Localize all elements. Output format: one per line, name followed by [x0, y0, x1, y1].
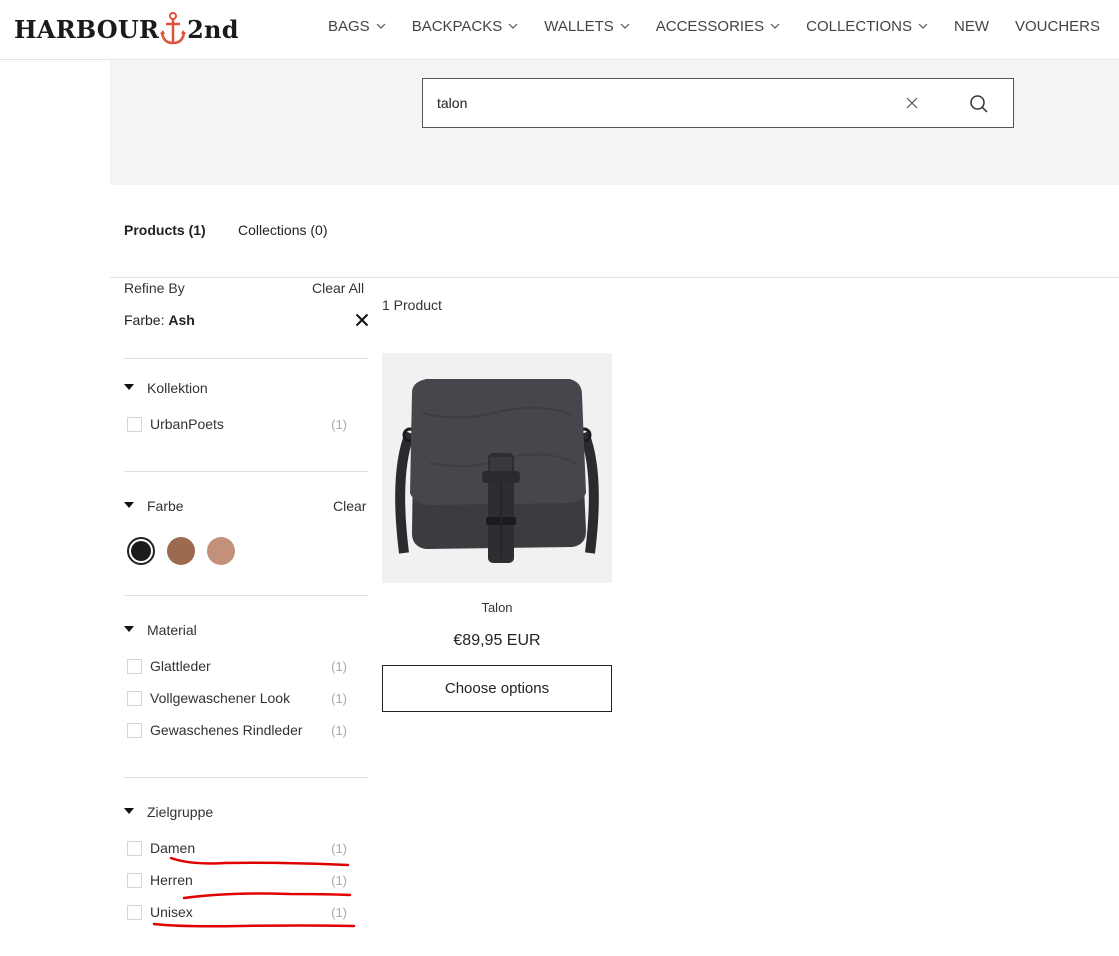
facet-material-toggle[interactable]: Material: [124, 622, 197, 638]
checkbox[interactable]: [127, 690, 142, 706]
swatch-fill: [207, 537, 235, 565]
facet-farbe-toggle[interactable]: Farbe: [124, 498, 184, 514]
color-swatch-rose[interactable]: [207, 537, 235, 565]
facet-farbe-clear[interactable]: Clear: [333, 498, 366, 514]
logo-text-left: HARBOUR: [14, 14, 160, 44]
annotation-underlines: [152, 856, 356, 928]
divider: [124, 358, 368, 359]
clear-all-link[interactable]: Clear All: [312, 280, 364, 296]
filter-option-gewaschenes-rindleder[interactable]: Gewaschenes Rindleder (1): [127, 721, 347, 739]
nav-bags[interactable]: BAGS: [328, 18, 386, 35]
checkbox[interactable]: [127, 904, 142, 920]
remove-filter-icon[interactable]: [355, 313, 369, 327]
facet-kollektion-toggle[interactable]: Kollektion: [124, 380, 208, 396]
caret-down-icon: [124, 384, 134, 390]
divider: [124, 595, 368, 596]
checkbox[interactable]: [127, 416, 142, 432]
divider: [124, 471, 368, 472]
product-title[interactable]: Talon: [382, 600, 612, 615]
active-filter-value: Ash: [168, 312, 195, 328]
search-icon[interactable]: [969, 94, 989, 114]
checkbox[interactable]: [127, 658, 142, 674]
caret-down-icon: [124, 626, 134, 632]
nav-backpacks[interactable]: BACKPACKS: [412, 18, 519, 35]
active-filter-key: Farbe:: [124, 312, 165, 328]
facet-zielgruppe-toggle[interactable]: Zielgruppe: [124, 804, 213, 820]
active-filter: Farbe: Ash: [124, 312, 195, 328]
product-image[interactable]: [382, 353, 612, 583]
filter-option-glattleder[interactable]: Glattleder (1): [127, 657, 347, 675]
nav-accessories[interactable]: ACCESSORIES: [656, 18, 780, 35]
refine-by-title: Refine By: [124, 280, 185, 296]
divider: [124, 777, 368, 778]
nav-vouchers[interactable]: VOUCHERS: [1015, 18, 1100, 35]
annotation-underline-unisex: [152, 922, 356, 928]
tab-products[interactable]: Products (1): [124, 222, 206, 238]
site-logo[interactable]: HARBOUR 2nd: [14, 11, 239, 47]
annotation-underline-herren: [182, 892, 352, 900]
color-swatch-brown[interactable]: [167, 537, 195, 565]
nav-new[interactable]: NEW: [954, 18, 989, 35]
choose-options-button[interactable]: Choose options: [382, 665, 612, 712]
result-count: 1 Product: [382, 297, 442, 313]
bag-illustration: [395, 379, 599, 563]
swatch-fill: [167, 537, 195, 565]
search-input[interactable]: [437, 91, 877, 115]
caret-down-icon: [124, 808, 134, 814]
checkbox[interactable]: [127, 872, 142, 888]
nav-collections[interactable]: COLLECTIONS: [806, 18, 928, 35]
color-swatch-ash[interactable]: [127, 537, 155, 565]
chevron-down-icon: [508, 23, 518, 29]
caret-down-icon: [124, 502, 134, 508]
filter-option-vollgewaschener-look[interactable]: Vollgewaschener Look (1): [127, 689, 347, 707]
checkbox[interactable]: [127, 722, 142, 738]
swatch-fill: [131, 541, 151, 561]
product-price: €89,95 EUR: [453, 632, 541, 649]
divider: [110, 277, 1119, 278]
chevron-down-icon: [770, 23, 780, 29]
filter-option-urbanpoets[interactable]: UrbanPoets (1): [127, 415, 347, 433]
main-nav: BAGS BACKPACKS WALLETS ACCESSORIES COLLE…: [328, 0, 1100, 52]
chevron-down-icon: [376, 23, 386, 29]
nav-wallets[interactable]: WALLETS: [544, 18, 630, 35]
annotation-underline-damen: [169, 856, 350, 867]
chevron-down-icon: [620, 23, 630, 29]
tab-collections[interactable]: Collections (0): [238, 222, 327, 238]
chevron-down-icon: [918, 23, 928, 29]
close-icon[interactable]: [905, 96, 919, 110]
logo-text-right: 2nd: [187, 14, 239, 44]
site-header: HARBOUR 2nd BAGS BACKPACKS WALLETS ACCES…: [0, 0, 1119, 60]
search-box: [422, 78, 1014, 128]
checkbox[interactable]: [127, 840, 142, 856]
anchor-icon: [160, 12, 187, 45]
